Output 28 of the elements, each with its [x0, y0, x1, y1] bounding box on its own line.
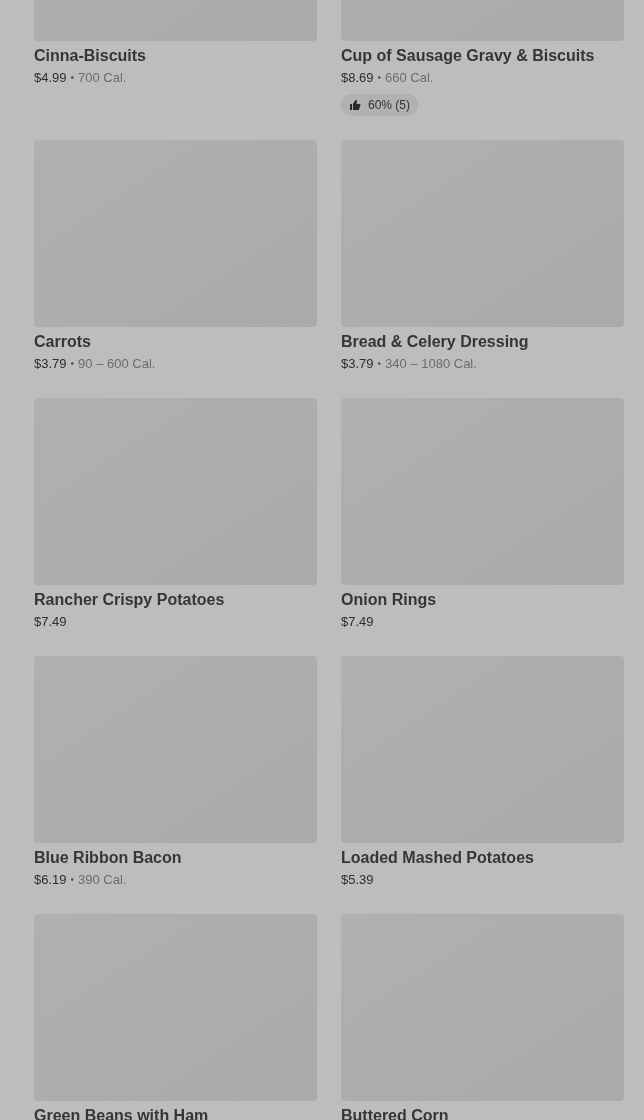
item-name[interactable]: Rancher Crispy Potatoes: [34, 588, 317, 612]
item-name[interactable]: Cinna-Biscuits: [34, 44, 317, 68]
item-name[interactable]: Cup of Sausage Gravy & Biscuits: [341, 44, 624, 68]
item-price: $6.19: [34, 871, 67, 889]
item-price: $3.79: [34, 355, 67, 373]
separator-dot: •: [377, 71, 382, 85]
item-name[interactable]: Carrots: [34, 330, 317, 354]
item-name[interactable]: Loaded Mashed Potatoes: [341, 846, 624, 870]
item-name[interactable]: Onion Rings: [341, 588, 624, 612]
item-price: $7.49: [341, 613, 374, 631]
item-name[interactable]: Blue Ribbon Bacon: [34, 846, 317, 870]
separator-dot: •: [70, 873, 75, 887]
separator-dot: •: [70, 71, 75, 85]
separator-dot: •: [70, 357, 75, 371]
item-calories: 90 – 600 Cal.: [78, 355, 156, 373]
item-calories: 660 Cal.: [385, 69, 434, 87]
item-price: $3.79: [341, 355, 374, 373]
separator-dot: •: [377, 357, 382, 371]
item-name[interactable]: Bread & Celery Dressing: [341, 330, 624, 354]
item-calories: 340 – 1080 Cal.: [385, 355, 477, 373]
item-price: $5.39: [341, 871, 374, 889]
item-price: $7.49: [34, 613, 67, 631]
thumbs-up-icon: [349, 99, 361, 111]
rating-badge: 60% (5): [341, 94, 419, 116]
item-price: $8.69: [341, 69, 374, 87]
item-calories: 700 Cal.: [78, 69, 127, 87]
item-price: $4.99: [34, 69, 67, 87]
item-calories: 390 Cal.: [78, 871, 127, 889]
